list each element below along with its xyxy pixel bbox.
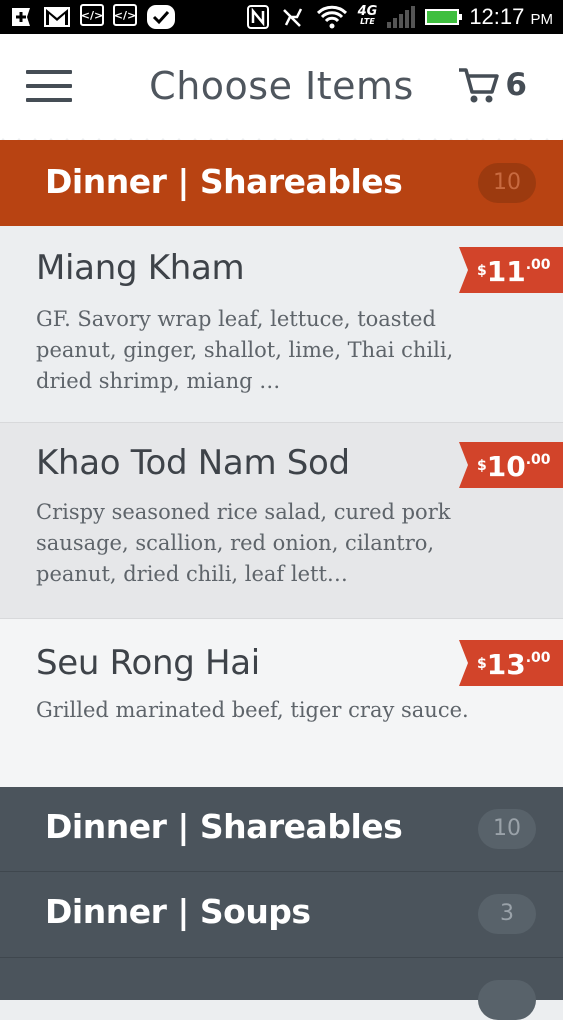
price-dollars: 13	[486, 648, 526, 681]
category-count-badge: 10	[478, 809, 536, 849]
plus-icon	[8, 4, 34, 30]
menu-item[interactable]: Miang Kham GF. Savory wrap leaf, lettuce…	[0, 226, 563, 423]
price-dollars: 10	[486, 450, 526, 483]
code-icon: </>	[113, 4, 137, 26]
item-name: Khao Tod Nam Sod	[36, 443, 350, 483]
battery-icon	[425, 9, 463, 25]
price-tag: $11.00	[459, 247, 563, 293]
category-title: Dinner | Shareables	[45, 162, 403, 201]
price-tag: $10.00	[459, 442, 563, 488]
price-cents: .00	[525, 257, 551, 273]
category-header-active[interactable]: Dinner | Shareables 10	[0, 140, 563, 226]
clock-ampm: PM	[530, 11, 554, 28]
price-tag: $13.00	[459, 640, 563, 686]
signal-icon	[387, 6, 416, 28]
network-sub-label: LTE	[360, 17, 375, 26]
mute-icon	[280, 4, 306, 30]
nfc-icon	[246, 4, 270, 30]
category-header[interactable]	[0, 958, 563, 1020]
clock: 12:17 PM	[469, 4, 553, 30]
menu-item[interactable]: Seu Rong Hai Grilled marinated beef, tig…	[0, 619, 563, 787]
app-header: Choose Items 6	[0, 34, 563, 138]
price-cents: .00	[525, 452, 551, 468]
item-description: Grilled marinated beef, tiger cray sauce…	[36, 698, 469, 722]
price-currency: $	[477, 263, 487, 279]
category-header[interactable]: Dinner | Soups 3	[0, 872, 563, 958]
cart-icon	[459, 68, 500, 103]
menu-item[interactable]: Khao Tod Nam Sod Crispy seasoned rice sa…	[0, 423, 563, 619]
price-dollars: 11	[486, 255, 526, 288]
category-count-badge	[478, 980, 536, 1020]
price-currency: $	[477, 656, 487, 672]
cart-button[interactable]: 6	[457, 64, 527, 106]
category-title: Dinner | Soups	[45, 892, 311, 931]
price-currency: $	[477, 458, 487, 474]
network-label: 4G	[357, 4, 378, 19]
mail-icon	[43, 4, 71, 30]
code-icon: </>	[80, 4, 104, 26]
status-bar: </> </> 4G LTE 12:17 PM	[0, 0, 563, 34]
item-description: Crispy seasoned rice salad, cured pork s…	[36, 500, 451, 586]
cart-count: 6	[505, 67, 527, 103]
category-count-badge: 10	[478, 163, 536, 203]
price-cents: .00	[525, 650, 551, 666]
item-name: Miang Kham	[36, 248, 245, 288]
item-name: Seu Rong Hai	[36, 643, 260, 683]
check-icon	[146, 4, 176, 30]
item-description: GF. Savory wrap leaf, lettuce, toasted p…	[36, 307, 454, 393]
category-title: Dinner | Shareables	[45, 807, 403, 846]
network-icon: 4G LTE	[357, 4, 378, 27]
category-count-badge: 3	[478, 894, 536, 934]
clock-time: 12:17	[469, 4, 525, 29]
wifi-icon	[316, 4, 348, 30]
category-header[interactable]: Dinner | Shareables 10	[0, 787, 563, 872]
